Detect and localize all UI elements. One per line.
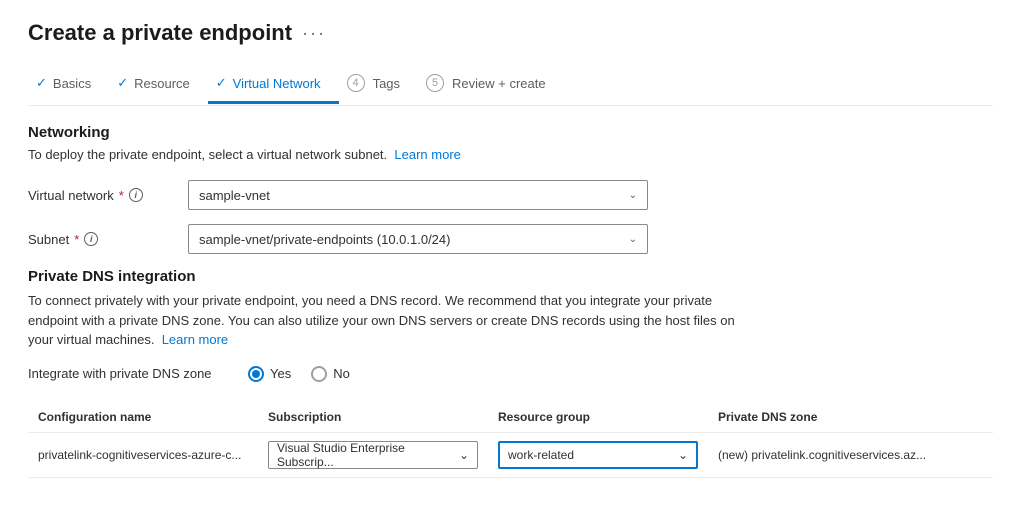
- dns-description-text: To connect privately with your private e…: [28, 293, 735, 347]
- dns-row-dns-zone: (new) privatelink.cognitiveservices.az..…: [708, 432, 993, 477]
- dns-no-radio[interactable]: [311, 366, 327, 382]
- dns-row-resource-group: work-related ⌄: [488, 432, 708, 477]
- virtual-network-dropdown[interactable]: sample-vnet ⌄: [188, 180, 648, 210]
- dns-col-subscription: Subscription: [258, 402, 488, 433]
- dns-row-subscription: Visual Studio Enterprise Subscrip... ⌄: [258, 432, 488, 477]
- dns-no-label: No: [333, 366, 350, 381]
- subnet-value: sample-vnet/private-endpoints (10.0.1.0/…: [199, 232, 450, 247]
- subnet-label-text: Subnet: [28, 232, 69, 247]
- virtual-network-label: Virtual network * i: [28, 188, 188, 203]
- wizard-tabs: ✓ Basics ✓ Resource ✓ Virtual Network 4 …: [28, 64, 993, 106]
- dns-col-dns-zone: Private DNS zone: [708, 402, 993, 433]
- dns-row-subscription-value: Visual Studio Enterprise Subscrip...: [277, 441, 459, 469]
- dns-table-header-row: Configuration name Subscription Resource…: [28, 402, 993, 433]
- networking-section: Networking To deploy the private endpoin…: [28, 124, 993, 254]
- dns-row-config-name: privatelink-cognitiveservices-azure-c...: [28, 432, 258, 477]
- basics-check-icon: ✓: [36, 75, 47, 91]
- resource-check-icon: ✓: [117, 75, 128, 91]
- vnet-check-icon: ✓: [216, 75, 227, 91]
- virtual-network-value: sample-vnet: [199, 188, 270, 203]
- virtual-network-info-icon[interactable]: i: [129, 188, 143, 202]
- dns-radio-options: Yes No: [248, 366, 350, 382]
- networking-desc-text: To deploy the private endpoint, select a…: [28, 147, 387, 162]
- virtual-network-label-text: Virtual network: [28, 188, 114, 203]
- dns-row-subscription-chevron-icon: ⌄: [459, 448, 469, 462]
- subnet-label: Subnet * i: [28, 232, 188, 247]
- dns-yes-radio[interactable]: [248, 366, 264, 382]
- tab-basics[interactable]: ✓ Basics: [28, 65, 109, 104]
- dns-row-resource-group-dropdown[interactable]: work-related ⌄: [498, 441, 698, 469]
- dns-yes-option[interactable]: Yes: [248, 366, 291, 382]
- dns-integrate-row: Integrate with private DNS zone Yes No: [28, 366, 993, 382]
- dns-row-subscription-dropdown[interactable]: Visual Studio Enterprise Subscrip... ⌄: [268, 441, 478, 469]
- subnet-required: *: [74, 232, 79, 247]
- dns-row-resource-group-value: work-related: [508, 448, 574, 462]
- networking-learn-more[interactable]: Learn more: [394, 147, 460, 162]
- dns-integrate-label: Integrate with private DNS zone: [28, 366, 248, 381]
- content-area: Networking To deploy the private endpoin…: [28, 106, 993, 478]
- tab-resource-label: Resource: [134, 76, 190, 91]
- dns-col-config-name: Configuration name: [28, 402, 258, 433]
- dns-no-option[interactable]: No: [311, 366, 350, 382]
- networking-description: To deploy the private endpoint, select a…: [28, 147, 993, 162]
- private-dns-section: Private DNS integration To connect priva…: [28, 268, 993, 478]
- tab-tags-label: Tags: [373, 76, 400, 91]
- tab-review-create[interactable]: 5 Review + create: [418, 64, 564, 105]
- page-title: Create a private endpoint: [28, 20, 292, 46]
- tab-virtual-network-label: Virtual Network: [233, 76, 321, 91]
- subnet-row: Subnet * i sample-vnet/private-endpoints…: [28, 224, 993, 254]
- tab-tags[interactable]: 4 Tags: [339, 64, 418, 105]
- dns-row-resource-group-chevron-icon: ⌄: [678, 448, 688, 462]
- tags-step-circle: 4: [347, 74, 365, 92]
- dns-table: Configuration name Subscription Resource…: [28, 402, 993, 478]
- tab-basics-label: Basics: [53, 76, 91, 91]
- tab-virtual-network[interactable]: ✓ Virtual Network: [208, 65, 339, 104]
- tab-resource[interactable]: ✓ Resource: [109, 65, 208, 104]
- dns-table-row: privatelink-cognitiveservices-azure-c...…: [28, 432, 993, 477]
- virtual-network-row: Virtual network * i sample-vnet ⌄: [28, 180, 993, 210]
- review-step-circle: 5: [426, 74, 444, 92]
- dns-section-title: Private DNS integration: [28, 268, 993, 285]
- subnet-chevron-icon: ⌄: [629, 234, 637, 245]
- page-title-options[interactable]: ···: [302, 23, 326, 44]
- virtual-network-chevron-icon: ⌄: [629, 190, 637, 201]
- subnet-info-icon[interactable]: i: [84, 232, 98, 246]
- dns-learn-more[interactable]: Learn more: [162, 332, 228, 347]
- tab-review-create-label: Review + create: [452, 76, 546, 91]
- dns-yes-label: Yes: [270, 366, 291, 381]
- dns-col-resource-group: Resource group: [488, 402, 708, 433]
- virtual-network-required: *: [119, 188, 124, 203]
- dns-description: To connect privately with your private e…: [28, 291, 748, 350]
- subnet-dropdown[interactable]: sample-vnet/private-endpoints (10.0.1.0/…: [188, 224, 648, 254]
- networking-title: Networking: [28, 124, 993, 141]
